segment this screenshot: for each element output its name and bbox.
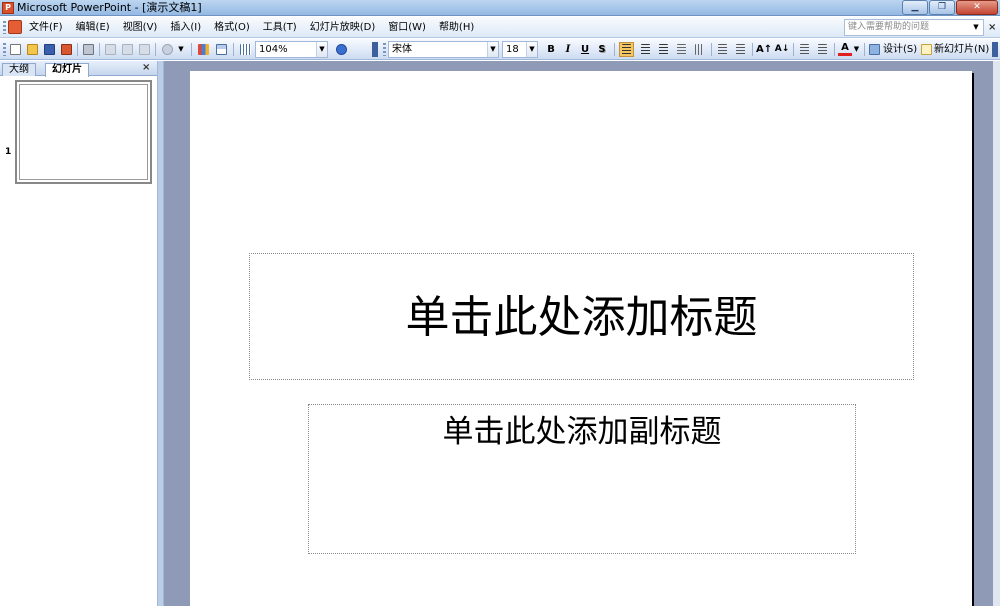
close-window-button[interactable]: ✕ bbox=[956, 0, 998, 15]
menu-view[interactable]: 视图(V) bbox=[123, 21, 158, 34]
slide-canvas[interactable]: 单击此处添加标题 单击此处添加副标题 bbox=[190, 71, 972, 606]
bold-button[interactable]: B bbox=[544, 42, 558, 57]
chevron-down-icon[interactable]: ▼ bbox=[487, 42, 498, 57]
menu-grip-handle[interactable] bbox=[3, 21, 6, 34]
menu-format[interactable]: 格式(O) bbox=[214, 21, 250, 34]
title-bar: P Microsoft PowerPoint - [演示文稿1] ▁ ❐ ✕ bbox=[0, 0, 1000, 16]
font-color-dropdown-icon[interactable]: ▼ bbox=[852, 42, 861, 57]
restore-button[interactable]: ❐ bbox=[929, 0, 955, 15]
undo-dropdown-icon[interactable]: ▼ bbox=[176, 42, 186, 57]
zoom-value: 104% bbox=[259, 44, 288, 55]
menu-window[interactable]: 窗口(W) bbox=[388, 21, 426, 34]
menu-slideshow[interactable]: 幻灯片放映(D) bbox=[310, 21, 376, 34]
menu-help[interactable]: 帮助(H) bbox=[439, 21, 474, 34]
help-icon[interactable] bbox=[334, 42, 349, 57]
toolbar-separator bbox=[752, 43, 753, 56]
minimize-button[interactable]: ▁ bbox=[902, 0, 928, 15]
toolbar-options-handle[interactable] bbox=[372, 42, 378, 57]
menu-items: 文件(F) 编辑(E) 视图(V) 插入(I) 格式(O) 工具(T) 幻灯片放… bbox=[29, 21, 487, 34]
design-button[interactable]: 设计(S) bbox=[883, 42, 917, 57]
toolbar: ▼ 104% ▼ 宋体 ▼ 18 ▼ B I U S A↑ A↓ A ▼ 设计(… bbox=[0, 39, 1000, 60]
menu-tools[interactable]: 工具(T) bbox=[263, 21, 297, 34]
show-grid-icon[interactable] bbox=[238, 42, 253, 57]
chevron-down-icon[interactable]: ▼ bbox=[316, 42, 327, 57]
subtitle-placeholder[interactable]: 单击此处添加副标题 bbox=[308, 404, 856, 554]
shrink-font-button[interactable]: A↓ bbox=[774, 42, 790, 57]
toolbar-grip-handle[interactable] bbox=[3, 43, 6, 56]
close-document-button[interactable]: × bbox=[988, 21, 996, 34]
toolbar-separator bbox=[614, 43, 615, 56]
italic-button[interactable]: I bbox=[561, 42, 575, 57]
align-left-button[interactable] bbox=[619, 42, 634, 57]
new-slide-button[interactable]: 新幻灯片(N) bbox=[934, 42, 989, 57]
insert-table-icon[interactable] bbox=[214, 42, 229, 57]
decrease-indent-icon[interactable] bbox=[797, 42, 812, 57]
window-title: Microsoft PowerPoint - [演示文稿1] bbox=[17, 1, 202, 14]
slide-thumbnail[interactable] bbox=[15, 80, 152, 184]
font-size-value: 18 bbox=[506, 44, 519, 55]
toolbar-separator bbox=[864, 43, 865, 56]
title-placeholder[interactable]: 单击此处添加标题 bbox=[249, 253, 914, 380]
help-search-placeholder: 键入需要帮助的问题 bbox=[848, 22, 930, 32]
font-name-select[interactable]: 宋体 ▼ bbox=[388, 41, 499, 58]
numbering-icon[interactable] bbox=[715, 42, 730, 57]
font-name-value: 宋体 bbox=[392, 44, 412, 55]
menu-bar: 文件(F) 编辑(E) 视图(V) 插入(I) 格式(O) 工具(T) 幻灯片放… bbox=[0, 17, 1000, 38]
close-panel-button[interactable]: × bbox=[142, 62, 150, 74]
undo-icon[interactable] bbox=[160, 42, 175, 57]
align-center-button[interactable] bbox=[638, 42, 653, 57]
new-file-icon[interactable] bbox=[8, 42, 23, 57]
print-icon[interactable] bbox=[81, 42, 96, 57]
tab-slides[interactable]: 幻灯片 bbox=[45, 63, 89, 77]
toolbar-separator bbox=[155, 43, 156, 56]
permission-icon[interactable] bbox=[59, 42, 74, 57]
menu-file[interactable]: 文件(F) bbox=[29, 21, 63, 34]
font-color-button[interactable]: A bbox=[838, 42, 852, 56]
chevron-down-icon[interactable]: ▼ bbox=[526, 42, 537, 57]
align-right-button[interactable] bbox=[656, 42, 671, 57]
tab-outline[interactable]: 大纲 bbox=[2, 63, 36, 76]
open-folder-icon[interactable] bbox=[25, 42, 40, 57]
grow-font-button[interactable]: A↑ bbox=[756, 42, 772, 57]
shadow-button[interactable]: S bbox=[595, 42, 609, 57]
chevron-down-icon[interactable]: ▼ bbox=[970, 21, 982, 34]
save-icon[interactable] bbox=[42, 42, 57, 57]
toolbar-separator bbox=[711, 43, 712, 56]
toolbar-separator bbox=[793, 43, 794, 56]
copy-icon[interactable] bbox=[120, 42, 135, 57]
toolbar-separator bbox=[834, 43, 835, 56]
panel-tabs: 大纲 幻灯片 × bbox=[0, 61, 157, 77]
cut-icon[interactable] bbox=[103, 42, 118, 57]
design-icon[interactable] bbox=[867, 42, 882, 57]
powerpoint-app-icon[interactable]: P bbox=[2, 2, 14, 14]
toolbar-grip-handle[interactable] bbox=[383, 43, 386, 56]
toolbar-separator bbox=[233, 43, 234, 56]
font-size-select[interactable]: 18 ▼ bbox=[502, 41, 538, 58]
toolbar-separator bbox=[99, 43, 100, 56]
toolbar-separator bbox=[77, 43, 78, 56]
help-search-input[interactable]: 键入需要帮助的问题 ▼ bbox=[844, 19, 984, 36]
new-slide-icon[interactable] bbox=[919, 42, 934, 57]
toolbar-options-handle[interactable] bbox=[992, 42, 998, 57]
distribute-button[interactable] bbox=[692, 42, 707, 57]
justify-button[interactable] bbox=[674, 42, 689, 57]
menu-edit[interactable]: 编辑(E) bbox=[76, 21, 110, 34]
underline-button[interactable]: U bbox=[578, 42, 592, 57]
document-icon[interactable] bbox=[8, 20, 22, 34]
toolbar-separator bbox=[191, 43, 192, 56]
menu-insert[interactable]: 插入(I) bbox=[170, 21, 201, 34]
format-painter-icon[interactable] bbox=[137, 42, 152, 57]
vertical-scrollbar[interactable] bbox=[993, 61, 1000, 606]
bullets-icon[interactable] bbox=[733, 42, 748, 57]
insert-chart-icon[interactable] bbox=[196, 42, 211, 57]
zoom-select[interactable]: 104% ▼ bbox=[255, 41, 328, 58]
increase-indent-icon[interactable] bbox=[815, 42, 830, 57]
window-controls: ▁ ❐ ✕ bbox=[901, 0, 998, 15]
slide-number: 1 bbox=[5, 147, 12, 157]
